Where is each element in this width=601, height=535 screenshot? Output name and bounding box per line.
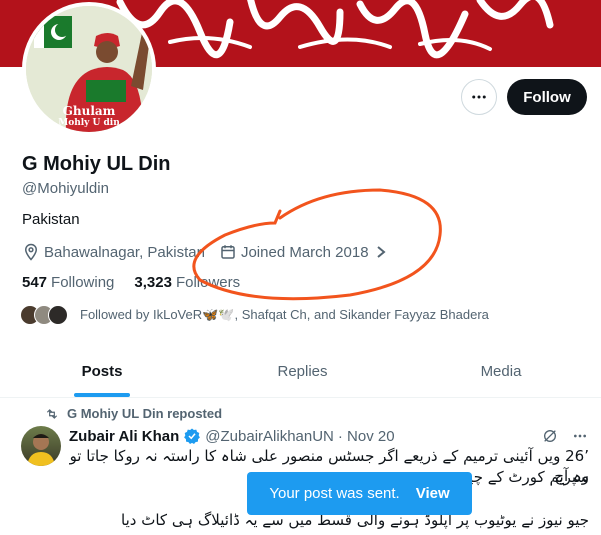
tweet-time[interactable]: · Nov 20 <box>338 428 395 445</box>
location-icon <box>22 243 40 261</box>
following-label: Following <box>51 274 115 291</box>
avatar-caption-subtitle: Mohly U din <box>58 118 120 128</box>
followed-by[interactable]: Followed by IkLoVeR🦋🕊️, Shafqat Ch, and … <box>20 303 489 327</box>
profile-meta: Bahawalnagar, Pakistan Joined March 2018 <box>22 242 391 262</box>
tab-label: Posts <box>81 363 123 380</box>
repost-icon <box>45 407 59 421</box>
profile-handle: @Mohiyuldin <box>22 180 109 197</box>
profile-location: Bahawalnagar, Pakistan <box>44 243 205 261</box>
tweet-header: Zubair Ali Khan @ZubairAlikhanUN · Nov 2… <box>69 427 395 445</box>
calendar-icon <box>219 243 237 261</box>
tab-label: Replies <box>277 363 328 380</box>
verified-badge-icon <box>183 427 201 445</box>
following-count: 547 <box>22 274 48 291</box>
tweet-author-name[interactable]: Zubair Ali Khan <box>69 428 179 445</box>
repost-label: G Mohiy UL Din reposted <box>67 406 223 421</box>
profile-bio: Pakistan <box>22 211 80 228</box>
more-horizontal-icon <box>472 95 486 99</box>
tab-media[interactable]: Media <box>401 346 601 397</box>
followers-link[interactable]: 3,323 Followers <box>134 274 240 291</box>
avatar-caption-name: Ghulam <box>62 104 116 118</box>
tab-posts[interactable]: Posts <box>0 346 204 397</box>
tweet-author-handle[interactable]: @ZubairAlikhanUN <box>205 428 334 445</box>
follow-button[interactable]: Follow <box>507 79 587 115</box>
followed-by-avatars <box>20 305 68 325</box>
profile-tabs: Posts Replies Media <box>0 346 601 398</box>
tab-label: Media <box>480 363 522 380</box>
active-tab-indicator <box>74 393 130 397</box>
toast-message: Your post was sent. <box>269 485 400 502</box>
followers-label: Followers <box>175 274 241 291</box>
profile-name: G Mohiy UL Din <box>22 153 171 175</box>
avatar-image: Ghulam Mohly U din <box>26 6 152 132</box>
more-options-button[interactable] <box>461 79 497 115</box>
profile-joined[interactable]: Joined March 2018 <box>241 244 369 261</box>
follower-avatar <box>48 305 68 325</box>
post-sent-toast: Your post was sent. View <box>247 472 472 515</box>
tweet-author-avatar[interactable] <box>21 426 61 466</box>
followed-by-text: Followed by IkLoVeR🦋🕊️, Shafqat Ch, and … <box>80 307 489 322</box>
followers-count: 3,323 <box>134 274 172 291</box>
toast-view-link[interactable]: View <box>416 485 450 502</box>
chevron-right-icon[interactable] <box>375 245 387 259</box>
repost-indicator[interactable]: G Mohiy UL Din reposted <box>45 406 222 421</box>
follow-counts: 547 Following 3,323 Followers <box>22 274 240 291</box>
profile-avatar[interactable]: Ghulam Mohly U din <box>22 2 156 136</box>
tab-replies[interactable]: Replies <box>204 346 401 397</box>
following-link[interactable]: 547 Following <box>22 274 114 291</box>
